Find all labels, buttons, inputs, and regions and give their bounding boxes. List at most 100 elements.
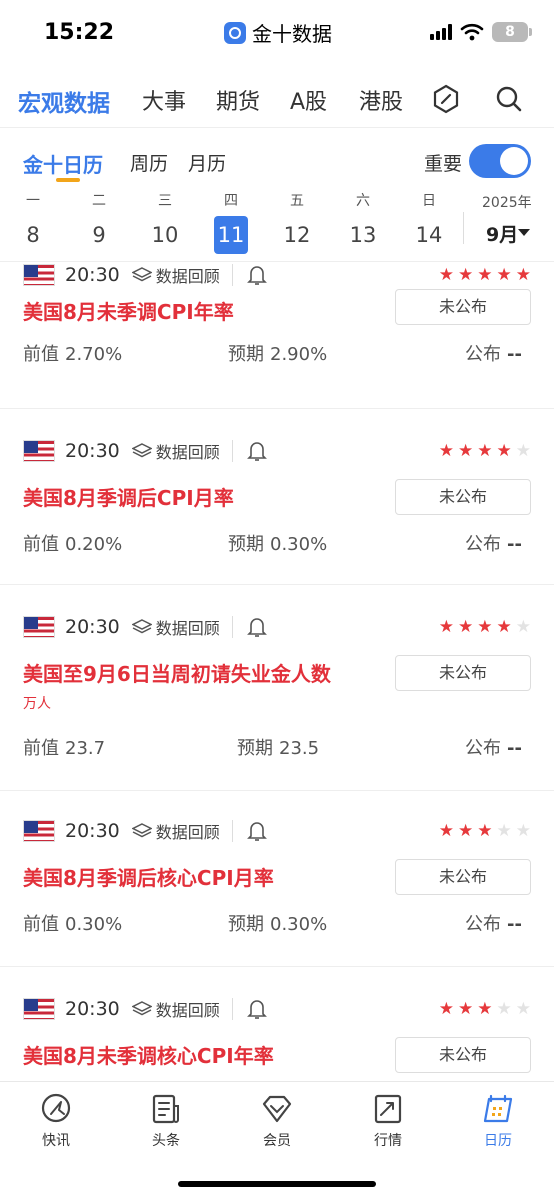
- day-saturday[interactable]: 六 13: [341, 190, 385, 254]
- search-icon[interactable]: [492, 82, 526, 116]
- tab-futures[interactable]: 期货: [216, 84, 260, 116]
- star-empty-icon: ★: [515, 441, 531, 461]
- star-filled-icon: ★: [438, 999, 454, 1019]
- event-card[interactable]: 20:30 数据回顾 ★ ★ ★ ★ ★ 美国8月未季调CPI年率 未公布 前值 2.70…: [0, 263, 554, 409]
- star-filled-icon: ★: [477, 617, 493, 637]
- data-review-link[interactable]: 数据回顾: [156, 263, 220, 287]
- toggle-knob: [500, 147, 528, 175]
- previous-value: 前值 0.30%: [23, 914, 123, 935]
- tab-hk-stocks[interactable]: 港股: [359, 84, 403, 116]
- event-title[interactable]: 美国8月季调后CPI月率: [23, 482, 234, 511]
- tab-headlines[interactable]: 头条: [131, 1092, 201, 1150]
- tab-big-events[interactable]: 大事: [142, 84, 186, 116]
- event-title[interactable]: 美国8月季调后核心CPI月率: [23, 862, 274, 891]
- tab-label: 快讯: [42, 1133, 70, 1149]
- event-card[interactable]: 20:30 数据回顾 ★ ★ ★ ★ ★ 美国8月季调后核心CPI月率 未公布 前值 0.…: [0, 791, 554, 967]
- tab-weekly-calendar[interactable]: 周历: [130, 149, 168, 176]
- tab-label: 会员: [263, 1133, 291, 1149]
- status-bar: 15:22 金十数据 8: [0, 0, 554, 66]
- tab-market[interactable]: 行情: [353, 1092, 423, 1150]
- event-title[interactable]: 美国8月未季调CPI年率: [23, 296, 234, 325]
- day-monday[interactable]: 一 8: [11, 190, 55, 254]
- event-list[interactable]: 20:30 数据回顾 ★ ★ ★ ★ ★ 美国8月未季调CPI年率 未公布 前值 2.70…: [0, 263, 554, 1081]
- month-selector[interactable]: 9月: [486, 220, 518, 247]
- event-time: 20:30: [65, 264, 120, 286]
- tab-membership[interactable]: 会员: [242, 1092, 312, 1150]
- us-flag-icon: [23, 820, 55, 842]
- status-icons: 8: [430, 22, 532, 42]
- tab-calendar[interactable]: 日历: [463, 1092, 533, 1150]
- star-filled-icon: ★: [438, 441, 454, 461]
- importance-stars: ★ ★ ★ ★ ★: [439, 1000, 531, 1018]
- event-card[interactable]: 20:30 数据回顾 ★ ★ ★ ★ ★ 美国8月季调后CPI月率 未公布 前值 0.20…: [0, 409, 554, 585]
- bell-icon[interactable]: [246, 440, 267, 462]
- status-button[interactable]: 未公布: [395, 1037, 531, 1073]
- event-title[interactable]: 美国8月未季调核心CPI年率: [23, 1040, 274, 1069]
- active-tab-underline: [56, 178, 80, 182]
- star-filled-icon: ★: [515, 265, 531, 285]
- event-title[interactable]: 美国至9月6日当周初请失业金人数: [23, 658, 331, 687]
- bell-icon[interactable]: [246, 820, 267, 842]
- event-meta: 20:30 数据回顾: [23, 439, 267, 463]
- tab-label: 头条: [152, 1133, 180, 1149]
- important-toggle[interactable]: [469, 144, 531, 178]
- day-name: 五: [290, 193, 304, 209]
- tab-a-shares[interactable]: A股: [290, 84, 327, 116]
- status-button[interactable]: 未公布: [395, 289, 531, 325]
- data-review-link[interactable]: 数据回顾: [156, 615, 220, 639]
- hexagon-icon[interactable]: [429, 82, 463, 116]
- data-review-link[interactable]: 数据回顾: [156, 439, 220, 463]
- tab-monthly-calendar[interactable]: 月历: [188, 149, 226, 176]
- us-flag-icon: [23, 616, 55, 638]
- star-filled-icon: ★: [438, 265, 454, 285]
- status-app-indicator: 金十数据: [224, 18, 332, 47]
- market-chart-icon: [374, 1094, 402, 1124]
- day-name: 日: [422, 193, 436, 209]
- tab-macro-data[interactable]: 宏观数据: [18, 84, 110, 118]
- home-indicator[interactable]: [178, 1181, 376, 1187]
- importance-stars: ★ ★ ★ ★ ★: [439, 266, 531, 284]
- meta-divider: [231, 616, 233, 638]
- caret-down-icon[interactable]: [518, 229, 530, 236]
- meta-divider: [231, 440, 233, 462]
- previous-value: 前值 0.20%: [23, 534, 123, 555]
- meta-divider: [231, 264, 233, 286]
- battery-icon: 8: [492, 22, 532, 42]
- published-value: 公布 --: [465, 534, 522, 555]
- tab-flash-news[interactable]: 快讯: [21, 1092, 91, 1150]
- star-filled-icon: ★: [458, 265, 474, 285]
- star-filled-icon: ★: [438, 617, 454, 637]
- day-name: 二: [92, 193, 106, 209]
- layers-icon: [131, 1001, 152, 1016]
- meta-divider: [231, 820, 233, 842]
- year-label: 2025年: [482, 195, 532, 211]
- day-wednesday[interactable]: 三 10: [143, 190, 187, 254]
- week-strip: 一 8 二 9 三 10 四 11 五 12 六 13 日 14 2025年 9…: [0, 190, 554, 262]
- status-button[interactable]: 未公布: [395, 479, 531, 515]
- published-value: 公布 --: [465, 738, 522, 759]
- event-time: 20:30: [65, 998, 120, 1020]
- event-card[interactable]: 20:30 数据回顾 ★ ★ ★ ★ ★ 美国8月未季调核心CPI年率 未公布: [0, 967, 554, 1081]
- day-thursday[interactable]: 四 11: [209, 190, 253, 254]
- week-divider: [463, 212, 464, 244]
- published-value: 公布 --: [465, 914, 522, 935]
- bell-icon[interactable]: [246, 264, 267, 286]
- event-card[interactable]: 20:30 数据回顾 ★ ★ ★ ★ ★ 美国至9月6日当周初请失业金人数 万人 未公布…: [0, 585, 554, 791]
- day-sunday[interactable]: 日 14: [407, 190, 451, 254]
- data-review-link[interactable]: 数据回顾: [156, 997, 220, 1021]
- wifi-icon: [460, 23, 484, 41]
- star-filled-icon: ★: [458, 821, 474, 841]
- day-friday[interactable]: 五 12: [275, 190, 319, 254]
- data-review-link[interactable]: 数据回顾: [156, 819, 220, 843]
- calendar-icon: [483, 1094, 513, 1123]
- tab-label: 日历: [484, 1133, 512, 1149]
- star-filled-icon: ★: [438, 821, 454, 841]
- tab-jin10-calendar[interactable]: 金十日历: [23, 149, 103, 178]
- bell-icon[interactable]: [246, 998, 267, 1020]
- bell-icon[interactable]: [246, 616, 267, 638]
- published-value: 公布 --: [465, 344, 522, 365]
- day-tuesday[interactable]: 二 9: [77, 190, 121, 254]
- status-button[interactable]: 未公布: [395, 655, 531, 691]
- day-number: 13: [349, 223, 377, 247]
- status-button[interactable]: 未公布: [395, 859, 531, 895]
